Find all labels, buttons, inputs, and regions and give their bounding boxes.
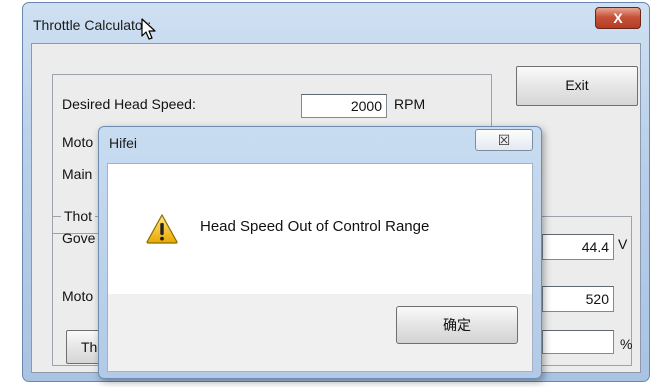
exit-button[interactable]: Exit (516, 66, 638, 106)
governor-label: Gove (62, 230, 96, 246)
motor-label: Moto (62, 134, 94, 150)
window-title: Throttle Calculator: (33, 17, 152, 33)
throttle-group-label: Thot (61, 208, 96, 224)
desired-head-speed-input[interactable]: 2000 (301, 94, 387, 118)
motor-kv-label: Moto (62, 288, 94, 304)
dialog-close-button[interactable]: ☒ (475, 129, 533, 151)
warning-icon (146, 214, 178, 244)
dialog-message-area: Head Speed Out of Control Range (108, 164, 532, 294)
dialog-body: Head Speed Out of Control Range 确定 (107, 163, 533, 372)
motor-kv-input[interactable]: 520 (542, 286, 614, 312)
voltage-input[interactable]: 44.4 (542, 234, 614, 260)
rpm-unit-label: RPM (394, 96, 426, 112)
mouse-cursor-icon (141, 18, 156, 40)
dialog-title: Hifei (109, 135, 138, 151)
voltage-unit-label: V (618, 236, 628, 252)
percent-unit-label: % (620, 336, 633, 352)
dialog-message: Head Speed Out of Control Range (200, 218, 430, 235)
window-close-button[interactable]: X (595, 7, 641, 29)
throttle-result-field (542, 330, 614, 354)
desired-head-speed-label: Desired Head Speed: (62, 96, 196, 112)
main-gear-label: Main (62, 166, 93, 182)
ok-button[interactable]: 确定 (396, 306, 518, 344)
hifei-message-dialog: Hifei ☒ Head Speed Out of Control Range … (98, 126, 542, 379)
